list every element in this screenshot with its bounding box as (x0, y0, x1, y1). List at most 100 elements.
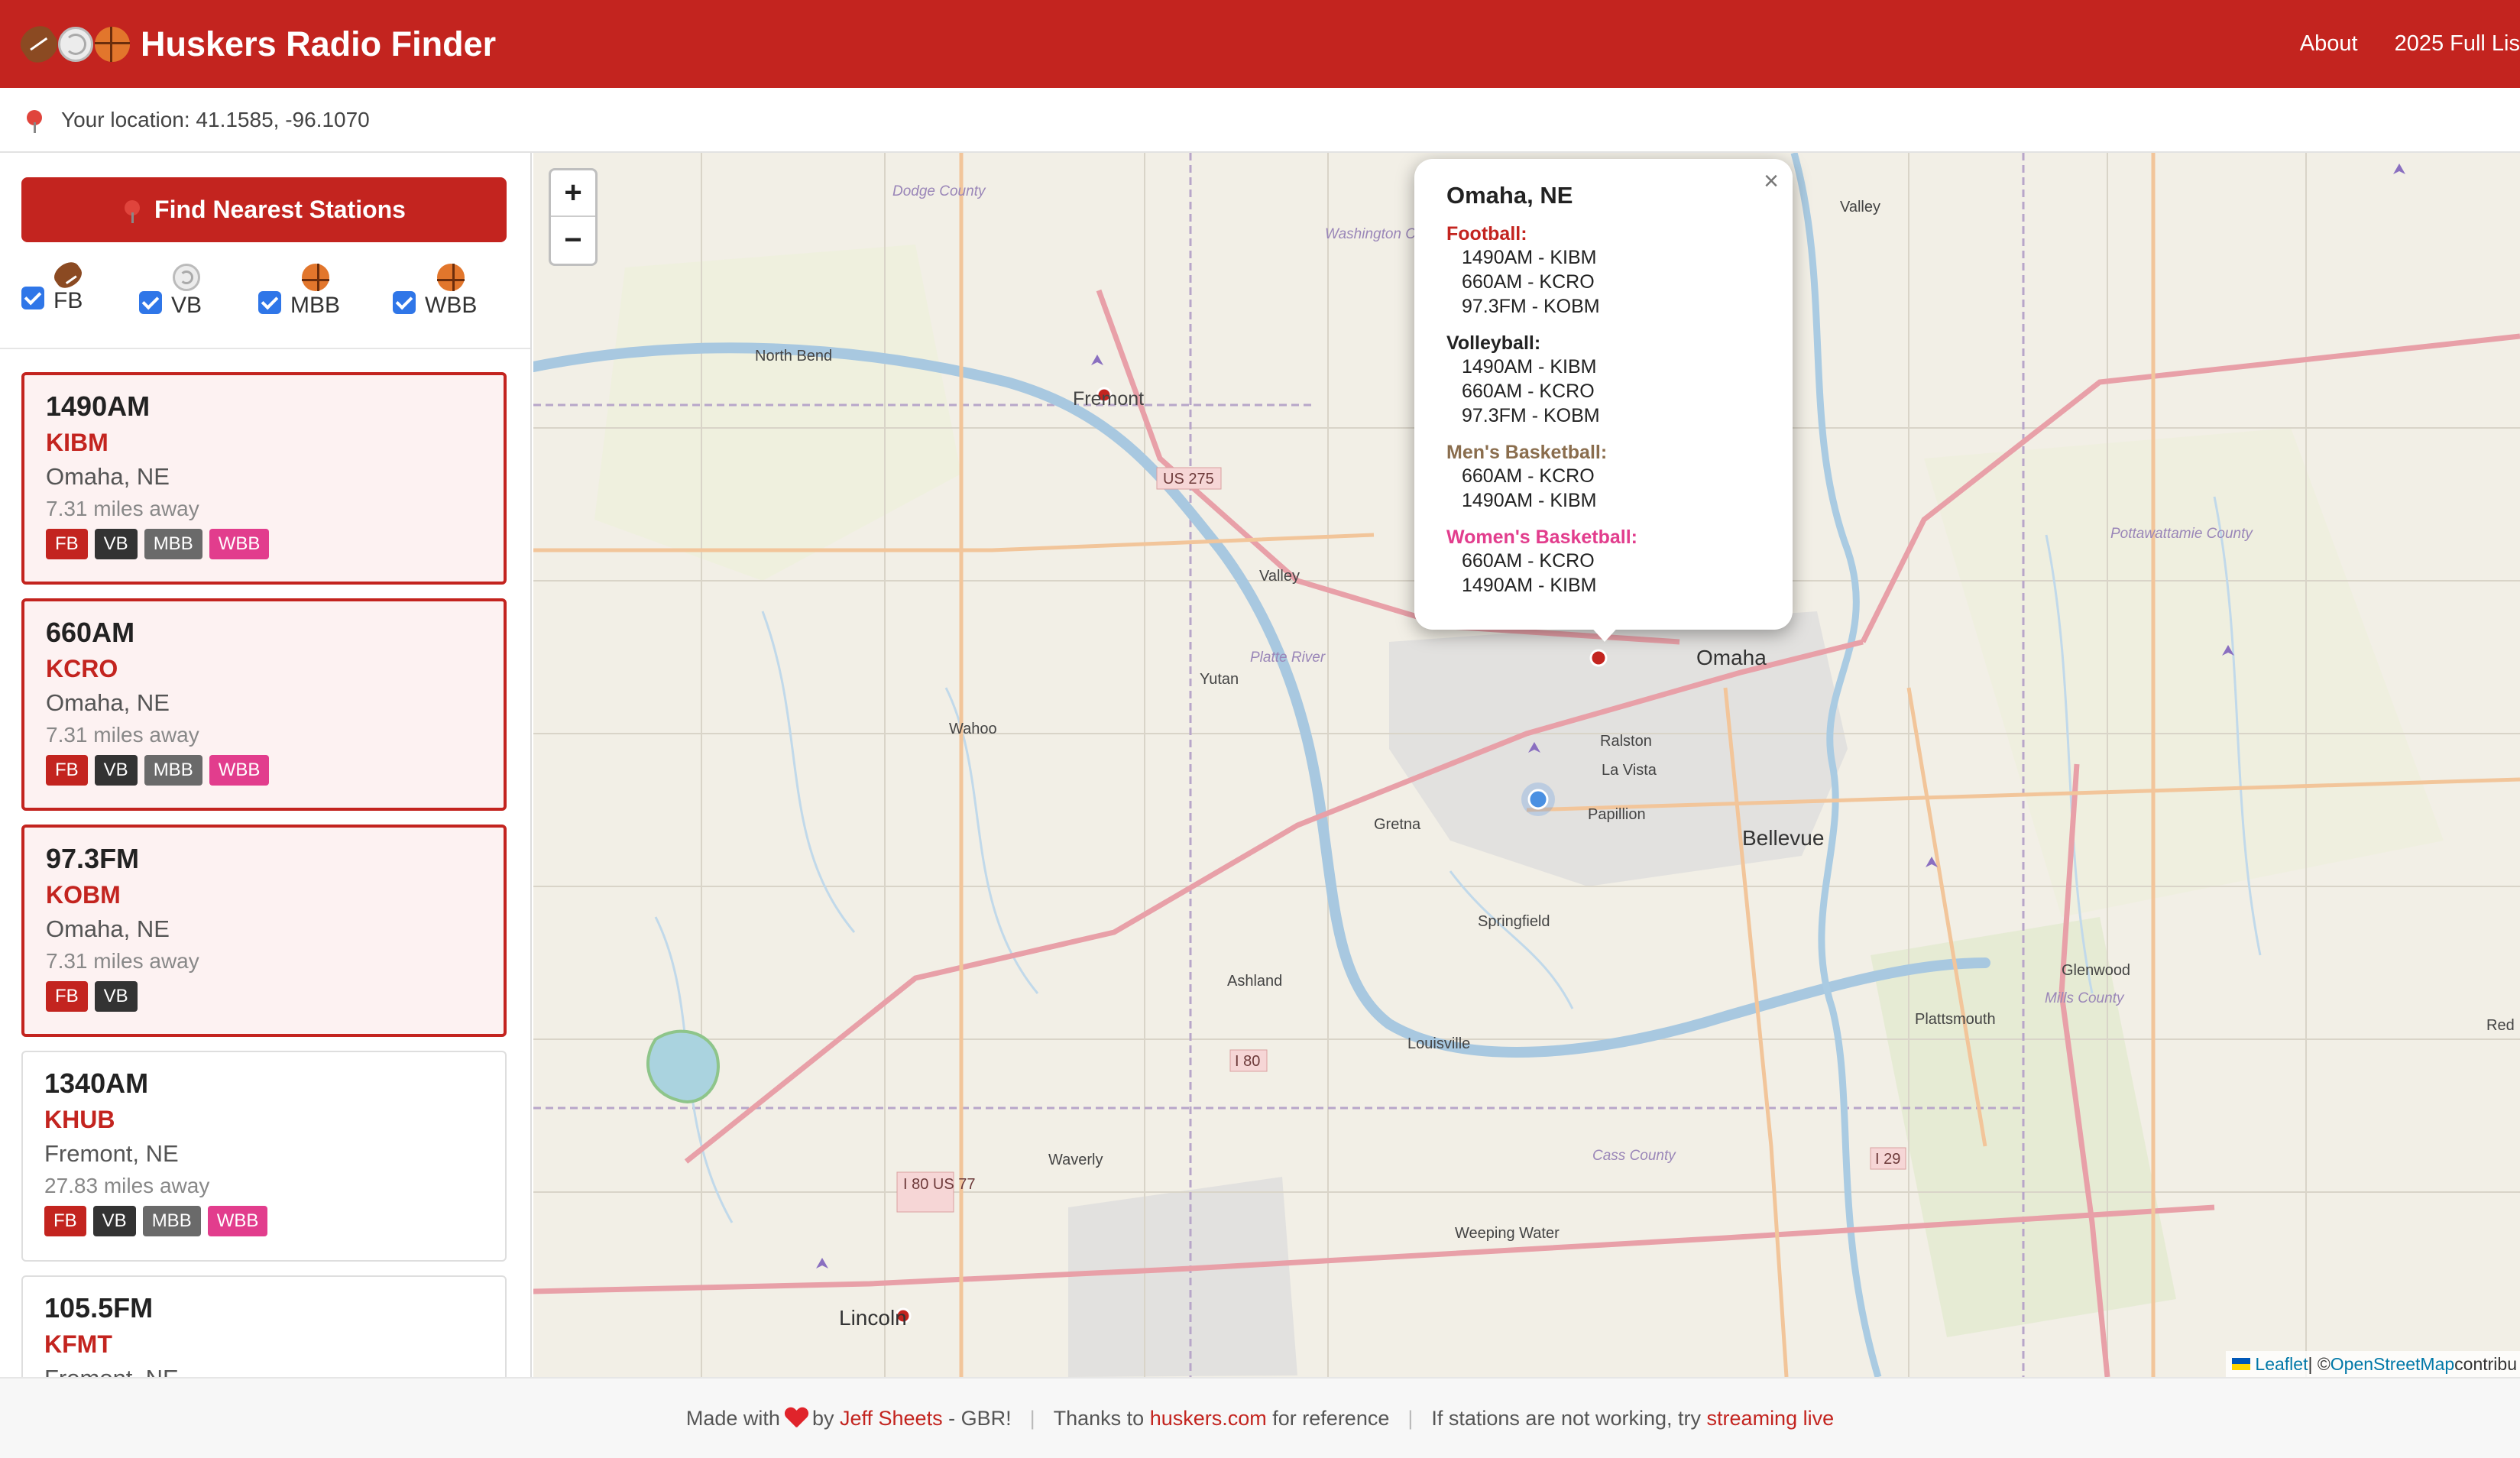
vb-badge: VB (94, 981, 138, 1012)
map-label-omaha: Omaha (1696, 646, 1767, 669)
station-distance: 7.31 miles away (46, 723, 199, 747)
fb-badge: FB (46, 981, 88, 1012)
station-city: Fremont, NE (44, 1140, 179, 1167)
nav-full-list-link[interactable]: 2025 Full Lis (2395, 31, 2520, 57)
station-card[interactable]: 1490AM KIBM Omaha, NE 7.31 miles away FB… (21, 372, 507, 585)
mbb-badge: MBB (144, 529, 202, 559)
footer: Made with by Jeff Sheets - GBR! | Thanks… (0, 1377, 2520, 1458)
station-distance: 7.31 miles away (46, 497, 199, 520)
mbb-checkbox[interactable] (258, 291, 281, 314)
station-frequency: 1340AM (44, 1068, 149, 1099)
location-text: Your location: 41.1585, -96.1070 (61, 107, 370, 131)
volleyball-icon (173, 264, 201, 291)
map-label-valley-ia: Valley (1840, 199, 1880, 215)
fb-checkbox[interactable] (21, 287, 44, 309)
popup-title: Omaha, NE (1446, 182, 1573, 209)
streaming-live-link[interactable]: streaming live (1707, 1407, 1835, 1430)
station-list: 1490AM KIBM Omaha, NE 7.31 miles away FB… (21, 372, 507, 1377)
map-label-red: Red (2486, 1017, 2515, 1034)
popup-station: 660AM - KCRO (1462, 550, 1595, 572)
vb-checkbox[interactable] (139, 291, 162, 314)
popup-station: 1490AM - KIBM (1462, 490, 1597, 511)
mbb-badge: MBB (144, 755, 202, 786)
map-label-glenwood: Glenwood (2062, 962, 2130, 979)
station-city: Omaha, NE (46, 463, 170, 490)
mbb-badge: MBB (142, 1206, 201, 1236)
footer-gbr: - GBR! (948, 1406, 1012, 1430)
popup-section-womens-basketball: Women's Basketball: (1446, 526, 1637, 548)
attribution-separator: | © (2308, 1353, 2331, 1374)
vb-badge: VB (92, 1206, 136, 1236)
attribution-rest: contribu (2454, 1353, 2517, 1374)
heart-icon (785, 1408, 808, 1429)
sport-badges: FB VB MBB WBB (44, 1206, 484, 1236)
map[interactable]: US 275 I 80 I 80 US 77 I 29 Dodge County… (533, 153, 2520, 1377)
popup-section-volleyball: Volleyball: (1446, 332, 1541, 354)
huskers-link[interactable]: huskers.com (1150, 1407, 1267, 1430)
map-label-dodge: Dodge County (892, 183, 986, 199)
station-frequency: 660AM (46, 617, 135, 648)
popup-station: 660AM - KCRO (1462, 271, 1595, 293)
zoom-out-button[interactable]: − (551, 217, 595, 264)
popup-station: 97.3FM - KOBM (1462, 296, 1600, 317)
author-link[interactable]: Jeff Sheets (840, 1407, 943, 1430)
top-nav: About 2025 Full Lis (2300, 0, 2520, 88)
map-attribution: Leaflet | © OpenStreetMap contribu (2226, 1351, 2520, 1377)
map-label-papillion: Papillion (1588, 806, 1646, 823)
football-icon (50, 258, 86, 293)
fb-badge: FB (46, 529, 88, 559)
map-label-bellevue: Bellevue (1742, 826, 1824, 850)
zoom-in-button[interactable]: + (551, 170, 595, 217)
brand[interactable]: Huskers Radio Finder (14, 19, 497, 69)
station-card[interactable]: 105.5FM KFMT Fremont, NE (21, 1275, 507, 1377)
filter-label: VB (171, 293, 202, 318)
nav-about-link[interactable]: About (2300, 31, 2358, 57)
station-card[interactable]: 1340AM KHUB Fremont, NE 27.83 miles away… (21, 1051, 507, 1262)
popup-close-button[interactable]: × (1764, 167, 1779, 196)
fb-badge: FB (44, 1206, 86, 1236)
map-label-gretna: Gretna (1374, 816, 1421, 833)
footer-made-with: Made with (685, 1406, 780, 1430)
popup-section-football: Football: (1446, 223, 1527, 245)
station-frequency: 105.5FM (44, 1292, 154, 1324)
footer-thanks: Thanks to (1053, 1406, 1145, 1430)
osm-link[interactable]: OpenStreetMap (2331, 1354, 2454, 1375)
sidebar: Find Nearest Stations FB VB MBB WBB 1490… (0, 153, 532, 1377)
filter-wbb[interactable]: WBB (393, 264, 477, 319)
filter-label: FB (53, 288, 83, 313)
filter-label: WBB (425, 293, 478, 318)
popup-station: 660AM - KCRO (1462, 381, 1595, 402)
station-callsign: KFMT (44, 1330, 112, 1358)
station-callsign: KHUB (44, 1106, 115, 1133)
map-label-i29: I 29 (1875, 1151, 1900, 1168)
station-card[interactable]: 660AM KCRO Omaha, NE 7.31 miles away FB … (21, 598, 507, 811)
popup-station: 660AM - KCRO (1462, 465, 1595, 487)
filter-mbb[interactable]: MBB (258, 264, 340, 319)
station-frequency: 1490AM (46, 390, 151, 422)
brand-icons (14, 19, 130, 69)
basketball-icon (301, 264, 329, 291)
vb-badge: VB (94, 529, 138, 559)
map-label-i80-us77: I 80 US 77 (903, 1176, 976, 1193)
sport-badges: FB VB (46, 981, 482, 1012)
popup-station: 1490AM - KIBM (1462, 356, 1597, 377)
map-label-i80: I 80 (1235, 1053, 1260, 1070)
leaflet-link[interactable]: Leaflet (2255, 1354, 2308, 1375)
map-label-platte: Platte River (1250, 650, 1326, 666)
station-frequency: 97.3FM (46, 843, 140, 874)
sport-badges: FB VB MBB WBB (46, 529, 482, 559)
map-label-north-bend: North Bend (755, 348, 832, 364)
app-title: Huskers Radio Finder (141, 24, 497, 63)
map-label-us275: US 275 (1163, 471, 1214, 488)
filter-vb[interactable]: VB (139, 264, 202, 319)
station-card[interactable]: 97.3FM KOBM Omaha, NE 7.31 miles away FB… (21, 825, 507, 1037)
filter-fb[interactable]: FB (21, 258, 86, 314)
volleyball-icon (58, 26, 93, 62)
find-nearest-button[interactable]: Find Nearest Stations (21, 177, 507, 242)
map-label-springfield: Springfield (1478, 913, 1550, 930)
ukraine-flag-icon (2232, 1358, 2251, 1370)
wbb-checkbox[interactable] (393, 291, 416, 314)
station-city: Omaha, NE (46, 915, 170, 942)
station-distance: 27.83 miles away (44, 1174, 210, 1197)
map-label-yutan: Yutan (1200, 671, 1239, 688)
